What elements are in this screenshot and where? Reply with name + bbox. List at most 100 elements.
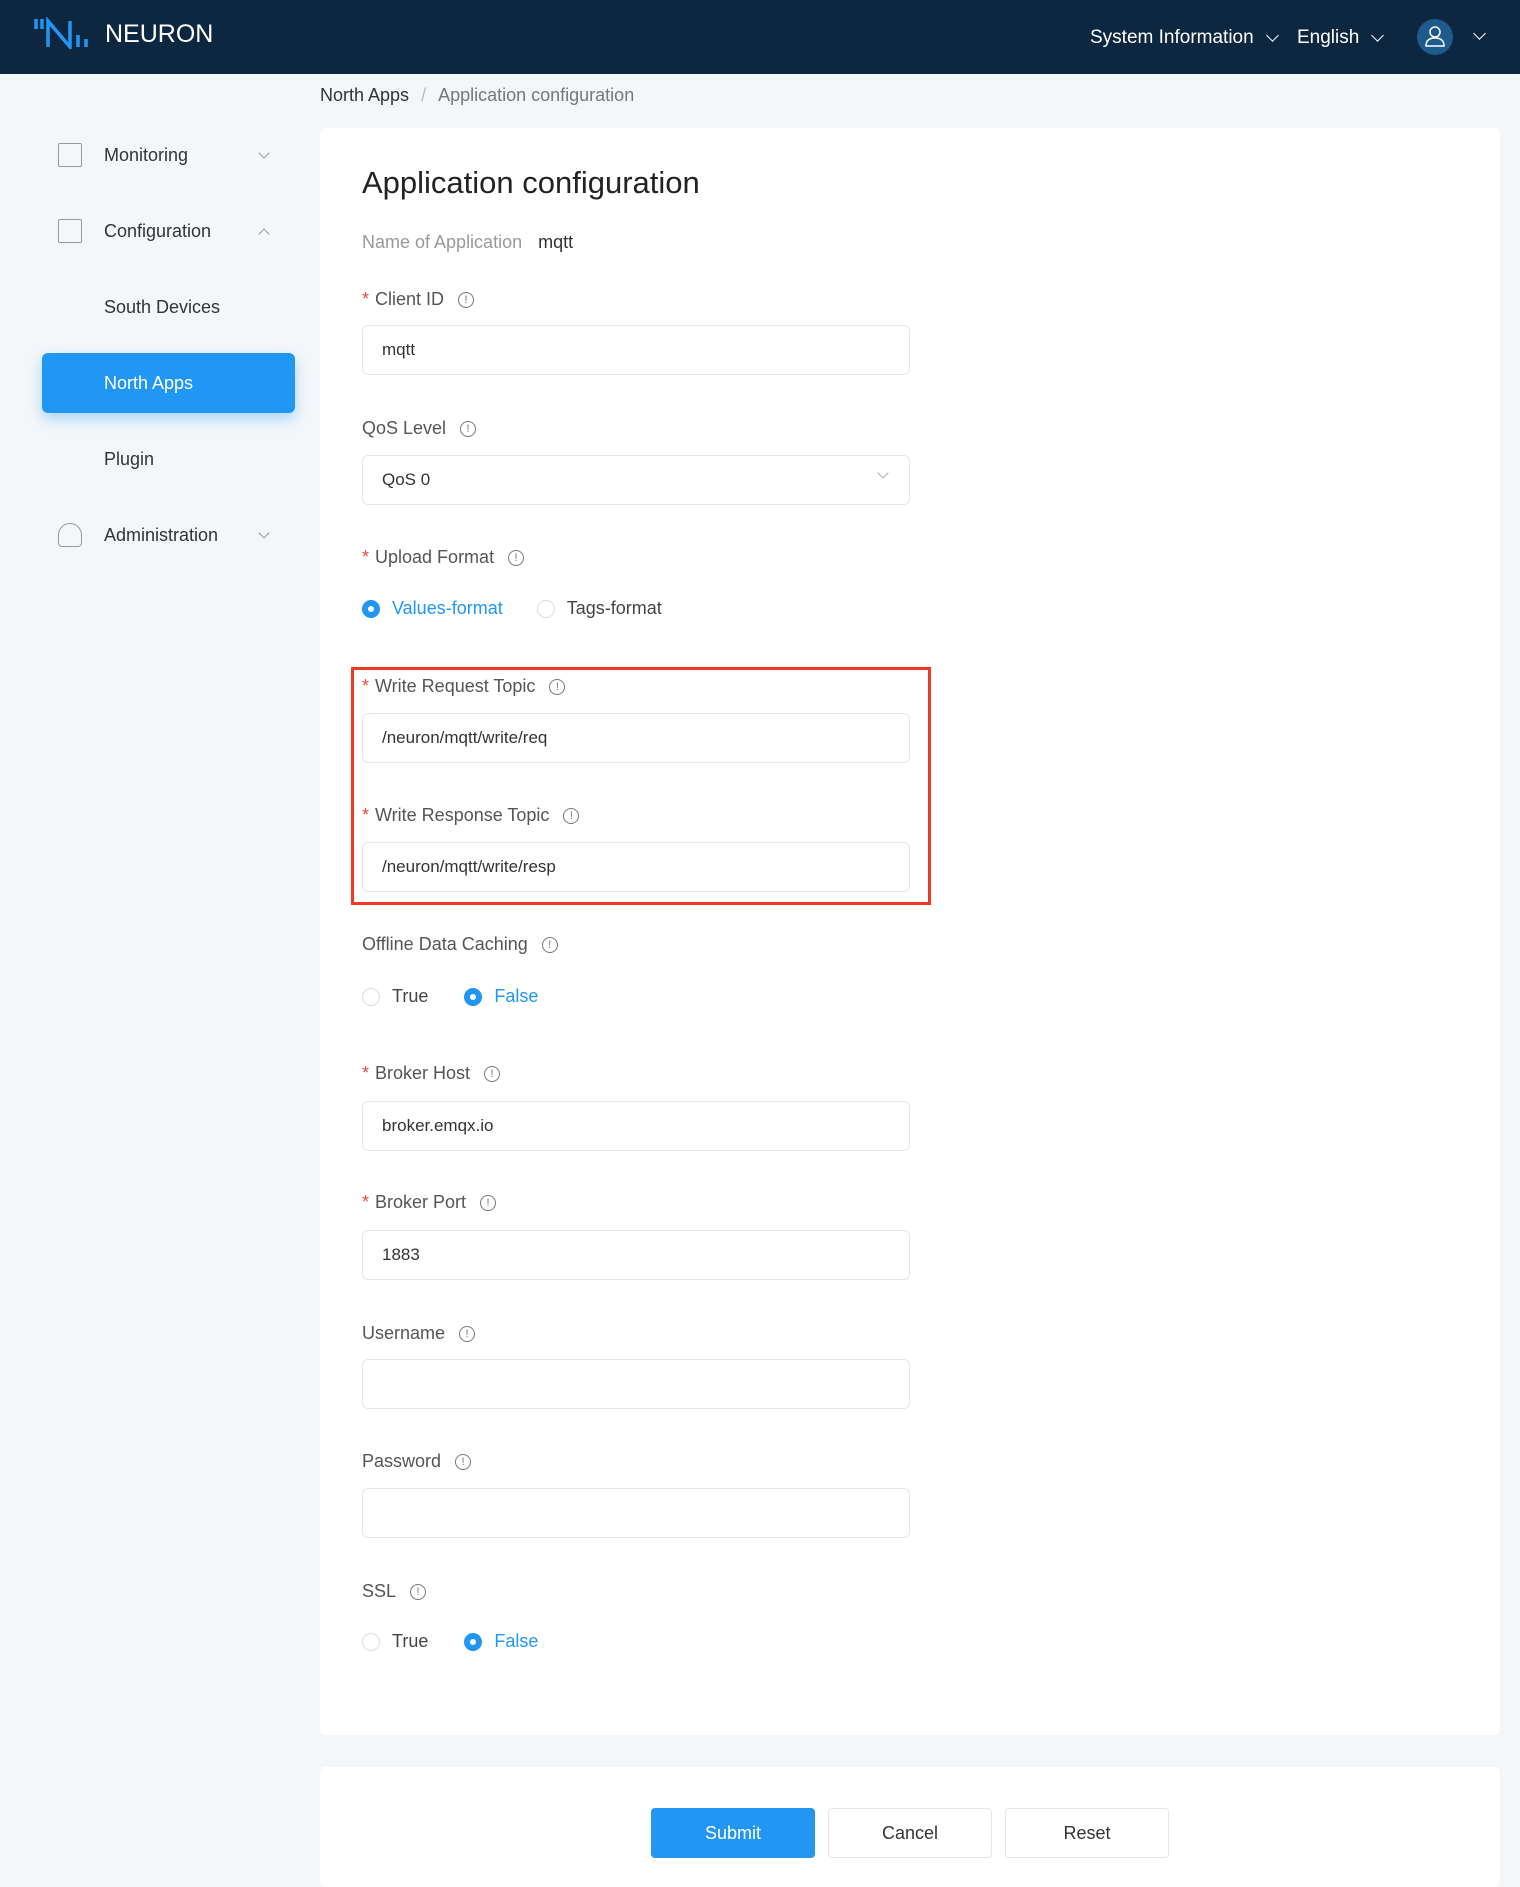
- system-information-dropdown[interactable]: System Information: [1090, 27, 1279, 49]
- broker-port-label: * Broker Port!: [362, 1192, 497, 1213]
- ssl-radio-group: True False: [362, 1631, 574, 1652]
- submit-button[interactable]: Submit: [651, 1808, 815, 1858]
- brand-name: NEURON: [105, 20, 214, 48]
- breadcrumb: North Apps / Application configuration: [320, 85, 634, 106]
- sidebar-item-label: Administration: [104, 524, 219, 545]
- broker-port-input[interactable]: 1883: [362, 1230, 910, 1280]
- sidebar-item-label: North Apps: [104, 372, 194, 393]
- radio-label: True: [392, 986, 429, 1006]
- chevron-up-icon: [258, 227, 270, 240]
- required-mark: *: [362, 289, 370, 309]
- sidebar-item-label: Plugin: [104, 448, 155, 469]
- user-icon: [1425, 26, 1445, 47]
- label-text: Broker Host: [375, 1063, 471, 1083]
- chevron-down-icon: [258, 526, 270, 539]
- radio-checked-icon: [362, 599, 380, 618]
- user-icon: [58, 523, 82, 547]
- user-avatar[interactable]: [1417, 19, 1453, 55]
- page-title: Application configuration: [362, 165, 700, 200]
- sidebar-item-monitoring[interactable]: Monitoring: [42, 125, 295, 185]
- broker-host-input[interactable]: broker.emqx.io: [362, 1101, 910, 1151]
- required-mark: *: [362, 1192, 370, 1212]
- language-label: English: [1297, 27, 1360, 48]
- qos-selected-value: QoS 0: [382, 470, 431, 489]
- language-dropdown[interactable]: English: [1297, 27, 1385, 49]
- info-icon[interactable]: !: [480, 1194, 497, 1211]
- radio-label: Values-format: [392, 598, 503, 618]
- write-response-topic-input[interactable]: /neuron/mqtt/write/resp: [362, 842, 910, 892]
- breadcrumb-current: Application configuration: [438, 85, 635, 105]
- radio-false[interactable]: False: [464, 1631, 538, 1652]
- radio-label: Tags-format: [566, 598, 662, 618]
- label-text: Write Request Topic: [375, 676, 536, 696]
- qos-level-select[interactable]: QoS 0: [362, 455, 910, 505]
- upload-format-radio-group: Values-format Tags-format: [362, 598, 698, 619]
- breadcrumb-separator: /: [421, 85, 427, 105]
- info-icon[interactable]: !: [458, 291, 475, 308]
- label-text: Write Response Topic: [375, 805, 550, 825]
- password-input[interactable]: [362, 1488, 910, 1538]
- radio-true[interactable]: True: [362, 1631, 428, 1652]
- radio-true[interactable]: True: [362, 986, 428, 1007]
- radio-tags-format[interactable]: Tags-format: [536, 598, 662, 619]
- monitor-icon: [58, 143, 82, 167]
- chevron-down-icon: [1371, 29, 1385, 42]
- system-information-label: System Information: [1090, 27, 1254, 48]
- info-icon[interactable]: !: [460, 420, 477, 437]
- info-icon[interactable]: !: [541, 936, 558, 953]
- radio-unchecked-icon: [362, 1632, 380, 1651]
- sidebar-item-configuration[interactable]: Configuration: [42, 201, 295, 261]
- info-icon[interactable]: !: [563, 807, 580, 824]
- label-text: Username: [362, 1323, 446, 1343]
- label-text: QoS Level: [362, 418, 447, 438]
- offline-data-caching-label: Offline Data Caching!: [362, 934, 558, 955]
- reset-button[interactable]: Reset: [1005, 1808, 1169, 1858]
- info-icon[interactable]: !: [459, 1325, 476, 1342]
- label-text: SSL: [362, 1581, 397, 1601]
- password-label: Password!: [362, 1451, 472, 1472]
- user-menu-chevron-icon[interactable]: [1473, 27, 1486, 40]
- sidebar-item-plugin[interactable]: Plugin: [42, 429, 295, 489]
- label-text: Broker Port: [375, 1192, 467, 1212]
- label-text: Password: [362, 1451, 442, 1471]
- sidebar-item-south-devices[interactable]: South Devices: [42, 277, 295, 337]
- breadcrumb-north-apps[interactable]: North Apps: [320, 85, 409, 105]
- info-icon[interactable]: !: [410, 1583, 427, 1600]
- required-mark: *: [362, 547, 370, 567]
- radio-unchecked-icon: [536, 599, 555, 618]
- write-response-topic-label: * Write Response Topic!: [362, 805, 580, 826]
- application-name-value: mqtt: [538, 232, 574, 252]
- required-mark: *: [362, 1063, 370, 1083]
- application-name: Name of Application mqtt: [362, 232, 573, 253]
- required-mark: *: [362, 805, 370, 825]
- info-icon[interactable]: !: [549, 678, 566, 695]
- label-text: Upload Format: [375, 547, 495, 567]
- info-icon[interactable]: !: [455, 1453, 472, 1470]
- radio-label: True: [392, 1631, 429, 1651]
- info-icon[interactable]: !: [484, 1065, 501, 1082]
- chevron-down-icon: [1265, 29, 1279, 42]
- radio-checked-icon: [464, 1632, 483, 1651]
- neuron-logo-icon: [34, 17, 88, 49]
- radio-label: False: [494, 1631, 539, 1651]
- broker-host-label: * Broker Host!: [362, 1063, 501, 1084]
- sidebar-item-north-apps[interactable]: North Apps: [42, 353, 295, 413]
- client-id-input[interactable]: mqtt: [362, 325, 910, 375]
- write-request-topic-label: * Write Request Topic!: [362, 676, 566, 697]
- radio-label: False: [494, 986, 539, 1006]
- username-input[interactable]: [362, 1359, 910, 1409]
- write-request-topic-input[interactable]: /neuron/mqtt/write/req: [362, 713, 910, 763]
- offline-caching-radio-group: True False: [362, 986, 574, 1007]
- ssl-label: SSL!: [362, 1581, 427, 1602]
- chevron-down-icon: [258, 146, 270, 159]
- radio-false[interactable]: False: [464, 986, 538, 1007]
- cancel-button[interactable]: Cancel: [828, 1808, 992, 1858]
- top-bar: NEURON System Information English: [0, 0, 1520, 74]
- label-text: Offline Data Caching: [362, 934, 528, 954]
- info-icon[interactable]: !: [508, 549, 525, 566]
- upload-format-label: * Upload Format!: [362, 547, 525, 568]
- sidebar-item-administration[interactable]: Administration: [42, 505, 295, 565]
- radio-values-format[interactable]: Values-format: [362, 598, 503, 619]
- radio-unchecked-icon: [362, 987, 380, 1006]
- chevron-down-icon: [877, 467, 889, 479]
